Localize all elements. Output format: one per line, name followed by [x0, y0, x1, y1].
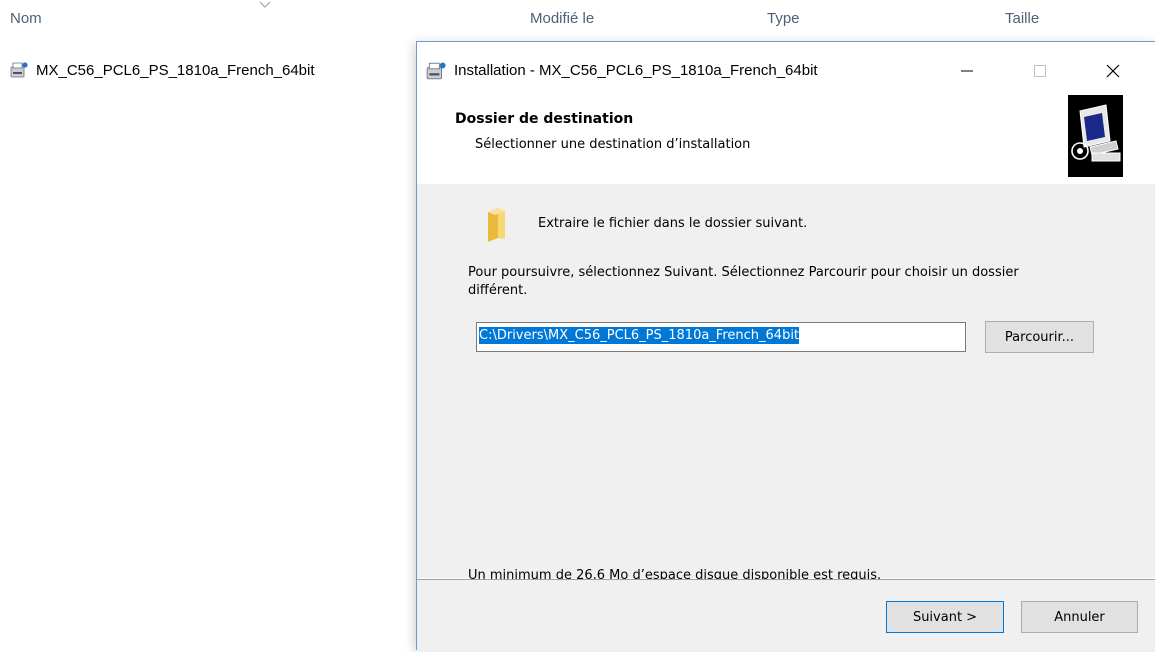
- next-button[interactable]: Suivant >: [886, 601, 1004, 633]
- cancel-button[interactable]: Annuler: [1021, 601, 1138, 633]
- installer-dialog: Installation - MX_C56_PCL6_PS_1810a_Fren…: [416, 41, 1155, 652]
- destination-path-value: C:\Drivers\MX_C56_PCL6_PS_1810a_French_6…: [479, 327, 800, 344]
- dialog-titlebar[interactable]: Installation - MX_C56_PCL6_PS_1810a_Fren…: [417, 42, 1155, 99]
- column-header-size[interactable]: Taille: [1005, 10, 1039, 27]
- file-row[interactable]: MX_C56_PCL6_PS_1810a_French_64bit: [10, 58, 315, 82]
- folder-icon: [488, 208, 505, 242]
- extract-label: Extraire le fichier dans le dossier suiv…: [538, 216, 808, 231]
- sort-chevron-icon: [259, 1, 271, 8]
- wizard-header-title: Dossier de destination: [455, 111, 634, 127]
- column-header-row: Nom Modifié le Type Taille: [0, 0, 1155, 40]
- wizard-header-subtitle: Sélectionner une destination d’installat…: [475, 137, 751, 152]
- installer-icon: [10, 62, 28, 78]
- destination-path-input[interactable]: C:\Drivers\MX_C56_PCL6_PS_1810a_French_6…: [476, 322, 966, 352]
- column-header-modified[interactable]: Modifié le: [530, 10, 594, 27]
- maximize-icon: [1034, 64, 1046, 77]
- browse-button[interactable]: Parcourir...: [985, 321, 1094, 353]
- column-header-type[interactable]: Type: [767, 10, 800, 27]
- wizard-body: Extraire le fichier dans le dossier suiv…: [417, 184, 1155, 583]
- minimize-button[interactable]: [944, 42, 990, 99]
- maximize-button[interactable]: [1017, 42, 1063, 99]
- file-name: MX_C56_PCL6_PS_1810a_French_64bit: [36, 61, 315, 79]
- computer-disk-icon: [1068, 95, 1123, 177]
- wizard-footer: Suivant > Annuler: [417, 579, 1155, 652]
- close-icon: [1106, 64, 1120, 77]
- wizard-header: Dossier de destination Sélectionner une …: [417, 99, 1155, 185]
- minimize-icon: [961, 70, 973, 71]
- installer-icon: [426, 62, 446, 80]
- close-button[interactable]: [1090, 42, 1136, 99]
- column-header-name[interactable]: Nom: [10, 10, 42, 27]
- dialog-title: Installation - MX_C56_PCL6_PS_1810a_Fren…: [454, 62, 818, 79]
- instructions-text: Pour poursuivre, sélectionnez Suivant. S…: [468, 265, 1019, 298]
